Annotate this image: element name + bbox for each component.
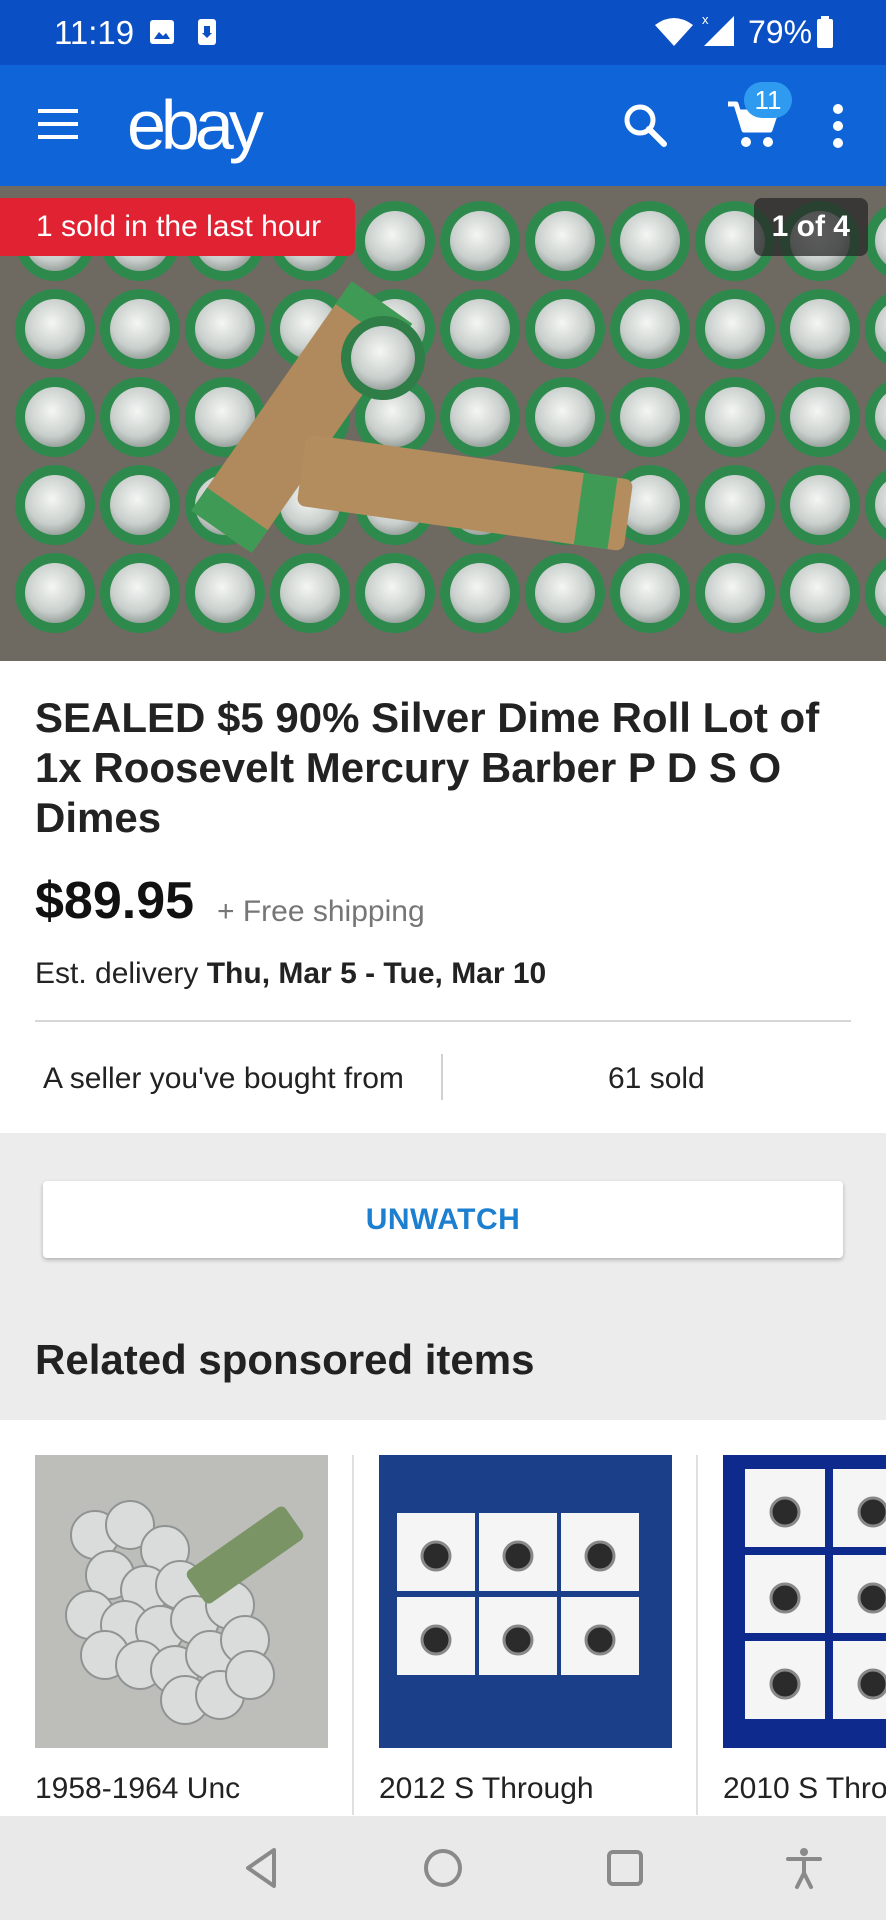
battery-icon bbox=[817, 16, 833, 48]
image-notification-icon bbox=[150, 20, 174, 44]
delivery-label: Est. delivery bbox=[35, 957, 207, 990]
sold-recently-banner: 1 sold in the last hour bbox=[0, 198, 356, 256]
ebay-logo[interactable]: ebay bbox=[127, 85, 264, 165]
back-icon[interactable] bbox=[240, 1846, 284, 1890]
search-icon[interactable] bbox=[622, 102, 668, 148]
item-price: $89.95 bbox=[35, 872, 195, 930]
image-counter: 1 of 4 bbox=[753, 198, 868, 256]
vertical-divider bbox=[441, 1054, 443, 1100]
battery-level: 79% bbox=[748, 14, 813, 50]
status-time: 11:19 bbox=[54, 14, 135, 51]
delivery-dates: Thu, Mar 5 - Tue, Mar 10 bbox=[206, 957, 547, 990]
related-items-heading: Related sponsored items bbox=[35, 1336, 535, 1383]
related-item-title: 1958-1964 Unc bbox=[35, 1772, 241, 1805]
sold-count: 61 sold bbox=[608, 1062, 705, 1095]
shipping-info: + Free shipping bbox=[217, 895, 425, 928]
home-icon[interactable] bbox=[421, 1846, 465, 1890]
status-bar: 11:19 x 79% bbox=[0, 0, 886, 65]
related-item-card[interactable]: 1958-1964 Unc bbox=[35, 1455, 328, 1807]
estimated-delivery: Est. delivery Thu, Mar 5 - Tue, Mar 10 bbox=[35, 957, 546, 991]
item-title: SEALED $5 90% Silver Dime Roll Lot of 1x… bbox=[35, 694, 820, 841]
related-item-card[interactable]: 2012 S Through bbox=[379, 1455, 672, 1807]
related-items-carousel[interactable]: 1958-1964 Unc 2012 S Through 2010 S Thro bbox=[0, 1420, 886, 1816]
item-details: SEALED $5 90% Silver Dime Roll Lot of 1x… bbox=[0, 661, 886, 1133]
related-item-image bbox=[35, 1455, 328, 1748]
cart-count-badge: 11 bbox=[744, 82, 792, 118]
more-options-icon[interactable] bbox=[826, 103, 850, 149]
related-item-image bbox=[723, 1455, 886, 1748]
related-item-title: 2012 S Through bbox=[379, 1772, 594, 1805]
accessibility-icon[interactable] bbox=[782, 1846, 826, 1890]
item-photo bbox=[0, 186, 886, 661]
related-item-image bbox=[379, 1455, 672, 1748]
unwatch-button[interactable]: UNWATCH bbox=[43, 1181, 843, 1258]
recents-icon[interactable] bbox=[603, 1846, 647, 1890]
menu-icon[interactable] bbox=[38, 107, 84, 141]
wifi-icon bbox=[655, 18, 693, 46]
system-navigation-bar bbox=[0, 1816, 886, 1920]
signal-icon: x bbox=[702, 12, 734, 46]
svg-text:x: x bbox=[702, 12, 709, 27]
seller-note: A seller you've bought from bbox=[43, 1062, 404, 1095]
app-bar: ebay 11 bbox=[0, 65, 886, 186]
card-separator bbox=[696, 1455, 698, 1815]
related-item-title: 2010 S Thro bbox=[723, 1772, 886, 1805]
divider bbox=[35, 1020, 851, 1022]
card-separator bbox=[352, 1455, 354, 1815]
related-item-card[interactable]: 2010 S Thro bbox=[723, 1455, 886, 1807]
download-notification-icon bbox=[198, 19, 216, 45]
item-image-gallery[interactable]: 1 sold in the last hour 1 of 4 bbox=[0, 186, 886, 661]
